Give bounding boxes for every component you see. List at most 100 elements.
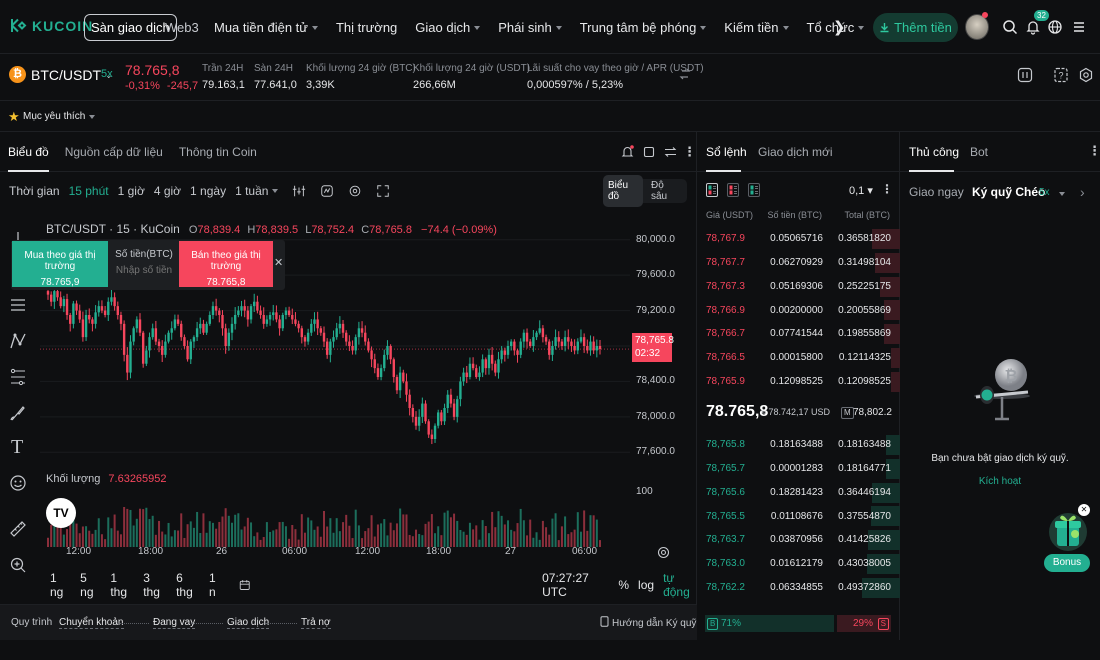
chart-settings-icon[interactable]	[348, 184, 362, 198]
exchange-tab[interactable]: Sàn giao dịch	[84, 14, 177, 41]
ruler-tool-icon[interactable]	[9, 520, 27, 538]
flow-step[interactable]: Chuyển khoản	[59, 617, 124, 629]
timeframe-dropdown[interactable]: 1 tuần	[235, 184, 268, 198]
log-scale-toggle[interactable]: log	[638, 578, 654, 592]
both-sides-icon[interactable]	[706, 183, 718, 197]
chevron-right-icon[interactable]: ❯	[833, 18, 846, 36]
calendar-icon[interactable]	[239, 578, 250, 592]
chevron-right-icon[interactable]: ›	[1080, 184, 1085, 200]
more-icon[interactable]: ⋮	[683, 144, 696, 160]
chart-tab[interactable]: Thông tin Coin	[179, 132, 257, 172]
amount-input[interactable]	[114, 265, 174, 276]
tab-manual[interactable]: Thủ công	[909, 145, 959, 159]
bids-only-icon[interactable]	[748, 183, 760, 197]
range-option[interactable]: 5 ng	[80, 571, 99, 599]
globe-icon[interactable]	[1047, 19, 1063, 35]
flow-step[interactable]: Giao dịch	[227, 617, 270, 629]
brush-tool-icon[interactable]	[9, 404, 27, 422]
indicator-icon[interactable]	[292, 184, 306, 198]
utc-clock[interactable]: 07:27:27 UTC	[542, 571, 603, 599]
bid-row[interactable]: 78,763.7 0.03870956 0.41425826	[697, 528, 900, 552]
bid-row[interactable]: 78,763.0 0.01612179 0.43038005	[697, 552, 900, 576]
ask-row[interactable]: 78,767.7 0.06270929 0.31498104	[697, 251, 900, 275]
view-depth-button[interactable]: Độ sâu	[643, 175, 687, 207]
favorites-dropdown[interactable]: Mục yêu thích	[23, 111, 96, 122]
time-settings-icon[interactable]	[657, 546, 670, 559]
bid-row[interactable]: 78,765.5 0.01108676 0.37554870	[697, 504, 900, 528]
chart-tab[interactable]: Biểu đồ	[8, 132, 49, 172]
kucoin-logo[interactable]: KUCOIN	[10, 17, 93, 34]
close-icon[interactable]: ✕	[274, 256, 283, 269]
bid-row[interactable]: 78,762.2 0.06334855 0.49372860	[697, 576, 900, 600]
bid-row[interactable]: 78,765.8 0.18163488 0.18163488	[697, 433, 900, 457]
ask-row[interactable]: 78,767.3 0.05169306 0.25225175	[697, 275, 900, 299]
range-option[interactable]: 3 thg	[143, 571, 165, 599]
nav-menu-item[interactable]: Kiếm tiền	[724, 20, 789, 35]
tab-orderbook[interactable]: Sổ lệnh	[706, 145, 747, 159]
timeframe-option[interactable]: 1 giờ	[118, 184, 145, 198]
ask-row[interactable]: 78,766.9 0.00200000 0.20055869	[697, 298, 900, 322]
timeframe-option[interactable]: 4 giờ	[154, 184, 181, 198]
market-sell-button[interactable]: Bán theo giá thị trường 78.765,8	[179, 241, 273, 288]
menu-icon[interactable]	[1071, 19, 1087, 35]
timeframe-option[interactable]: 1 ngày	[190, 184, 226, 198]
ask-row[interactable]: 78,766.7 0.07741544 0.19855869	[697, 322, 900, 346]
more-icon[interactable]: ⋮	[881, 182, 893, 196]
flow-step[interactable]: Đang vay	[153, 617, 196, 629]
tradingview-logo[interactable]: TV	[46, 498, 76, 528]
flow-step[interactable]: Trả nợ	[301, 617, 331, 629]
bonus-widget[interactable]: ✕ Bonus	[1044, 504, 1090, 576]
range-option[interactable]: 1 n	[209, 571, 223, 599]
mid-price[interactable]: 78.765,8	[706, 403, 768, 421]
nav-menu-item[interactable]: Thị trường	[336, 20, 397, 35]
candle-body	[421, 403, 424, 417]
chart-tab[interactable]: Nguồn cấp dữ liệu	[65, 132, 163, 172]
nav-menu-item[interactable]: Phái sinh	[498, 20, 562, 35]
fib-tool-icon[interactable]	[9, 368, 27, 386]
activate-margin-link[interactable]: Kích hoạt	[900, 476, 1100, 487]
emoji-tool-icon[interactable]	[9, 474, 27, 492]
timeframe-option[interactable]: 15 phút	[69, 184, 109, 198]
lines-tool-icon[interactable]	[9, 296, 27, 314]
view-chart-button[interactable]: Biểu đồ	[603, 175, 643, 207]
margin-guide-link[interactable]: Hướng dẫn Ký quỹ	[600, 616, 696, 629]
bid-row[interactable]: 78,765.7 0.00001283 0.18164771	[697, 457, 900, 481]
help-icon[interactable]: ?	[1053, 67, 1069, 83]
nav-menu-item[interactable]: Trung tâm bệ phóng	[580, 20, 707, 35]
more-icon[interactable]: ⋮	[1088, 143, 1100, 159]
bell-icon[interactable]	[1025, 19, 1041, 35]
asks-only-icon[interactable]	[727, 183, 739, 197]
layout-icon[interactable]	[1017, 67, 1033, 83]
close-bonus-icon[interactable]: ✕	[1078, 504, 1090, 516]
tab-bot[interactable]: Bot	[970, 145, 988, 159]
expand-icon[interactable]	[376, 184, 390, 198]
tab-recent-trades[interactable]: Giao dịch mới	[758, 145, 833, 159]
cross-margin-tab[interactable]: Ký quỹ Chéo	[972, 185, 1045, 199]
deposit-button[interactable]: Thêm tiền	[873, 13, 958, 42]
text-tool-icon[interactable]: T	[11, 436, 23, 459]
settings-icon[interactable]	[1078, 67, 1094, 83]
nav-menu-item[interactable]: Mua tiền điện tử	[214, 20, 318, 35]
swap-icon[interactable]	[679, 68, 691, 80]
market-buy-button[interactable]: Mua theo giá thị trường 78.765,9	[12, 241, 108, 288]
alert-icon[interactable]	[621, 145, 634, 159]
range-option[interactable]: 1 thg	[110, 571, 132, 599]
search-icon[interactable]	[1002, 19, 1018, 35]
template-icon[interactable]	[320, 184, 334, 198]
range-option[interactable]: 1 ng	[50, 571, 69, 599]
bid-row[interactable]: 78,765.6 0.18281423 0.36446194	[697, 481, 900, 505]
web3-tab[interactable]: Web3	[165, 20, 199, 35]
spot-tab[interactable]: Giao ngay	[909, 185, 964, 199]
ask-row[interactable]: 78,767.9 0.05065716 0.36581820	[697, 227, 900, 251]
nav-menu-item[interactable]: Giao dịch	[415, 20, 481, 35]
swap-panels-icon[interactable]	[664, 146, 677, 158]
precision-dropdown[interactable]: 0,1 ▾	[849, 184, 873, 197]
ask-row[interactable]: 78,766.5 0.00015800 0.12114325	[697, 346, 900, 370]
range-option[interactable]: 6 thg	[176, 571, 198, 599]
volume-bar	[332, 532, 335, 547]
ask-row[interactable]: 78,765.9 0.12098525 0.12098525	[697, 370, 900, 394]
auto-scale-toggle[interactable]: tự động	[663, 571, 697, 599]
fullscreen-icon[interactable]	[643, 146, 655, 158]
pattern-tool-icon[interactable]	[9, 332, 27, 350]
percent-scale-toggle[interactable]: %	[618, 578, 629, 592]
